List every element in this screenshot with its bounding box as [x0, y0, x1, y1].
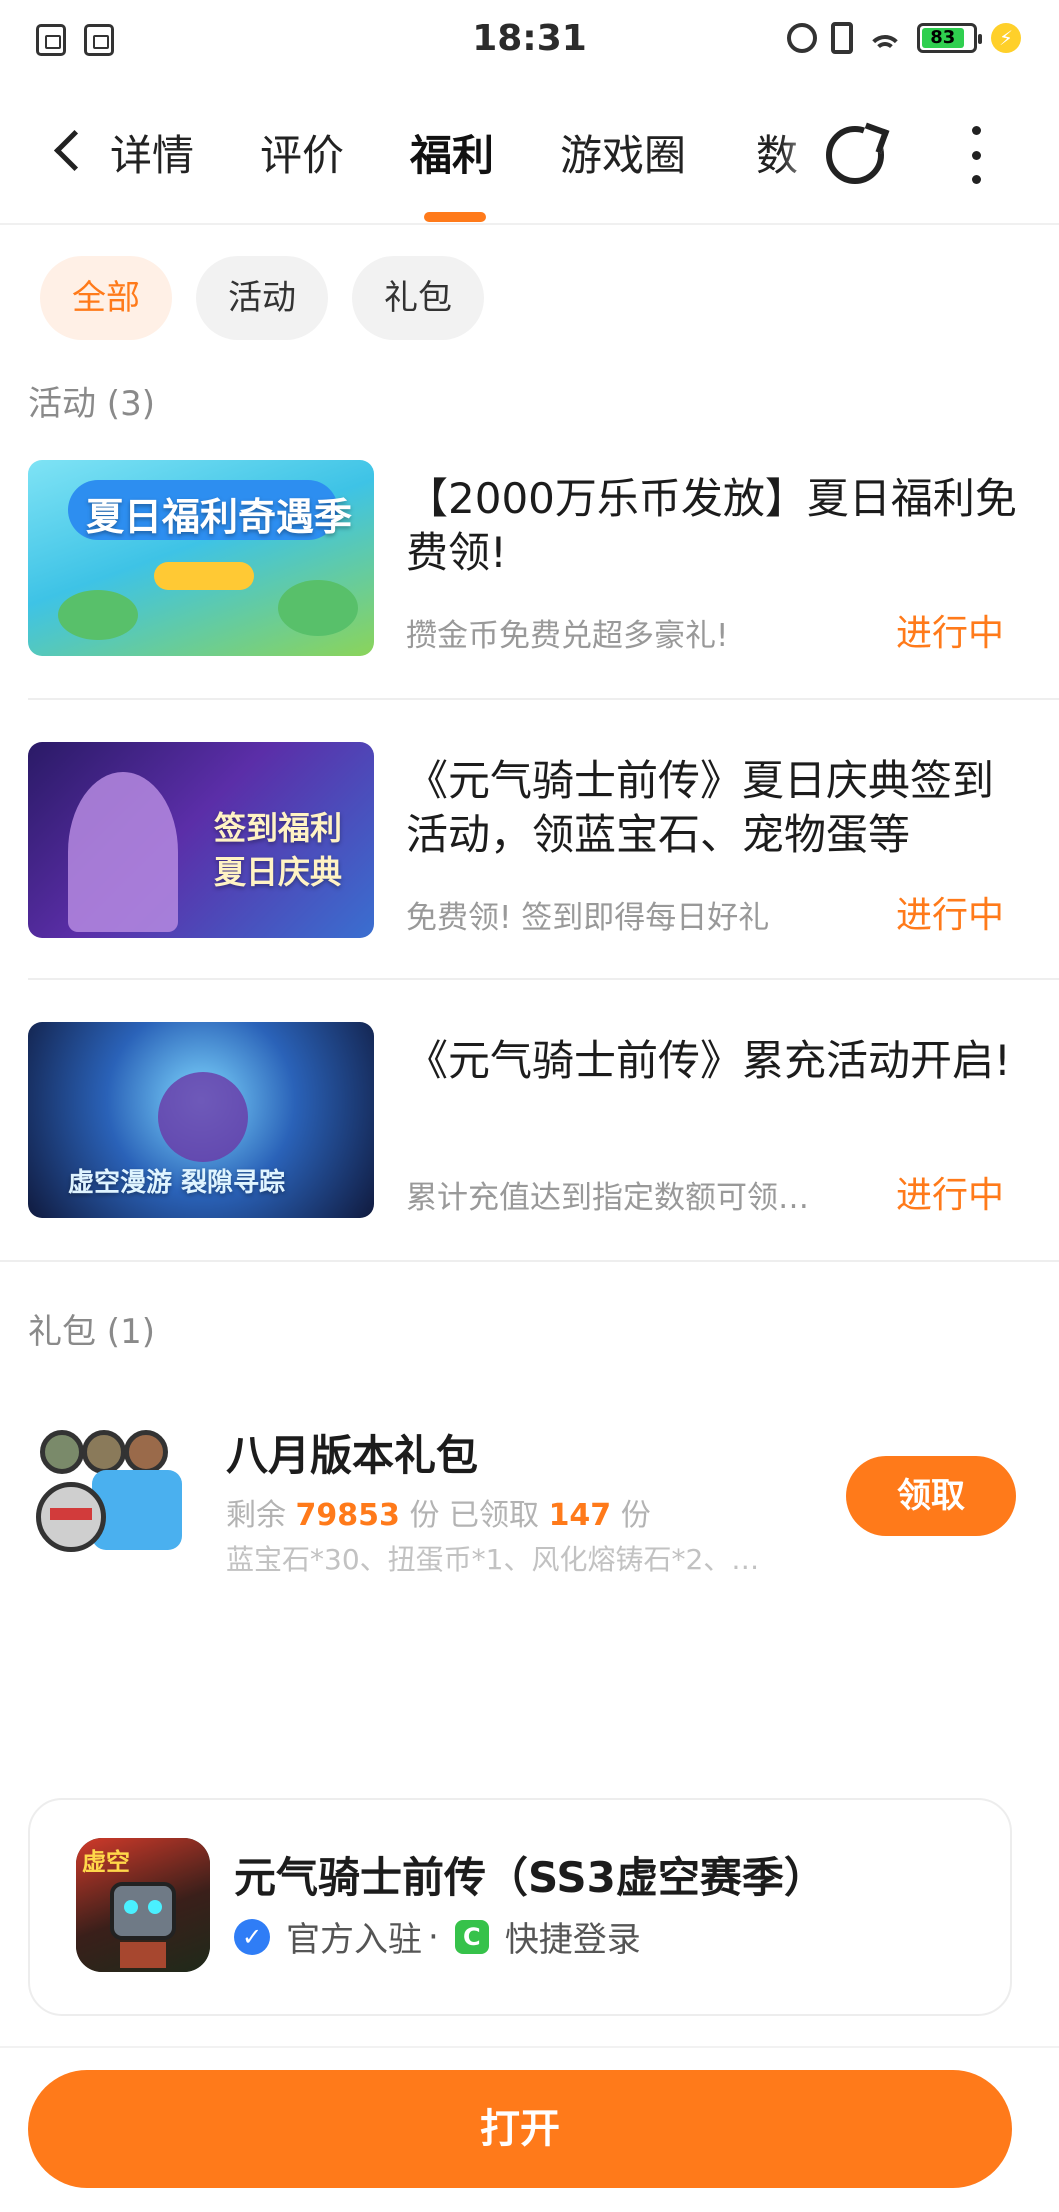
gift-stats: 剩余 79853 份 已领取 147 份	[226, 1490, 651, 1534]
filter-gifts[interactable]: 礼包	[352, 256, 484, 340]
filter-activities[interactable]: 活动	[196, 256, 328, 340]
gift-claimed-count: 147	[548, 1498, 612, 1533]
vibrate-icon	[831, 22, 853, 54]
gift-remaining-count: 79853	[295, 1498, 400, 1533]
activity-status: 进行中	[896, 1175, 1005, 1216]
activity-item[interactable]: 签到福利 夏日庆典 《元气骑士前传》夏日庆典签到活动，领蓝宝石、宠物蛋等 免费领…	[28, 742, 1059, 1024]
divider	[0, 1260, 1059, 1262]
divider	[28, 978, 1059, 980]
bottom-divider	[0, 2046, 1059, 2048]
official-label: 官方入驻	[286, 1920, 422, 1960]
gift-remaining-label: 剩余	[226, 1498, 286, 1533]
activity-thumbnail: 签到福利 夏日庆典	[28, 742, 374, 938]
app-name: 元气骑士前传（SS3虚空赛季）	[234, 1853, 826, 1902]
status-right-icons: 83 ⚡	[787, 22, 1021, 54]
gift-unit: 份	[409, 1498, 440, 1533]
alarm-icon	[787, 23, 817, 53]
share-icon[interactable]	[826, 126, 884, 184]
open-button[interactable]: 打开	[28, 2070, 1012, 2188]
active-tab-indicator	[424, 212, 486, 222]
activity-thumbnail: 夏日福利奇遇季	[28, 460, 374, 656]
status-bar: 18:31 83 ⚡	[0, 0, 1059, 82]
app-card[interactable]: 虚空 元气骑士前传（SS3虚空赛季） ✓ 官方入驻 · C 快捷登录	[28, 1798, 1012, 2016]
activity-thumbnail: 虚空漫游 裂隙寻踪	[28, 1022, 374, 1218]
activity-subtitle: 攒金币免费兑超多豪礼!	[406, 618, 729, 654]
charging-icon: ⚡	[991, 23, 1021, 53]
tab-details[interactable]: 详情	[110, 122, 194, 183]
app-meta: ✓ 官方入驻 · C 快捷登录	[234, 1912, 641, 1961]
divider	[28, 698, 1059, 700]
activity-thumbnail-text: 虚空漫游 裂隙寻踪	[68, 1168, 286, 1198]
gift-description: 蓝宝石*30、扭蛋币*1、风化熔铸石*2、…	[226, 1543, 760, 1576]
app-icon-label: 虚空	[82, 1848, 130, 1876]
app-icon: 虚空	[76, 1838, 210, 1972]
activity-title: 《元气骑士前传》累充活动开启!	[406, 1036, 1011, 1085]
back-button[interactable]	[48, 126, 88, 178]
wifi-icon	[867, 23, 903, 53]
activity-title: 【2000万乐币发放】夏日福利免费领!	[406, 474, 1017, 577]
more-icon[interactable]	[966, 126, 986, 184]
activities-section-title: 活动 (3)	[28, 384, 155, 424]
activity-status: 进行中	[896, 895, 1005, 936]
page: 18:31 83 ⚡ 详情 评价 福利 游戏圈 数 全部 活动 礼包 活动 (3…	[0, 0, 1059, 2212]
battery-icon: 83	[917, 23, 982, 53]
gift-claimed-label: 已领取	[449, 1498, 540, 1533]
quick-login-icon: C	[454, 1919, 489, 1954]
activity-thumbnail-text: 夏日福利奇遇季	[86, 495, 353, 539]
gifts-section-title: 礼包 (1)	[28, 1312, 155, 1352]
activity-thumbnail-text: 签到福利 夏日庆典	[214, 809, 343, 891]
gift-title: 八月版本礼包	[226, 1431, 479, 1480]
tab-game-circle[interactable]: 游戏圈	[560, 122, 686, 183]
activity-subtitle: 免费领! 签到即得每日好礼	[406, 900, 770, 936]
tab-fade	[780, 112, 830, 192]
filter-all[interactable]: 全部	[40, 256, 172, 340]
top-nav: 详情 评价 福利 游戏圈 数	[0, 82, 1059, 225]
tab-welfare[interactable]: 福利	[410, 122, 494, 183]
meta-separator: ·	[428, 1916, 439, 1957]
claim-button[interactable]: 领取	[846, 1456, 1016, 1536]
activity-title: 《元气骑士前传》夏日庆典签到活动，领蓝宝石、宠物蛋等	[406, 756, 995, 859]
tab-reviews[interactable]: 评价	[260, 122, 344, 183]
filter-chips: 全部 活动 礼包	[40, 256, 484, 340]
gift-icon	[32, 1430, 192, 1558]
battery-level: 83	[922, 28, 964, 48]
activity-status: 进行中	[896, 613, 1005, 654]
quick-login-label: 快捷登录	[504, 1920, 641, 1960]
verified-icon: ✓	[234, 1918, 270, 1955]
gift-unit: 份	[620, 1498, 651, 1533]
activity-subtitle: 累计充值达到指定数额可领…	[406, 1180, 809, 1216]
gift-item: 八月版本礼包 剩余 79853 份 已领取 147 份 蓝宝石*30、扭蛋币*1…	[28, 1400, 1028, 1580]
